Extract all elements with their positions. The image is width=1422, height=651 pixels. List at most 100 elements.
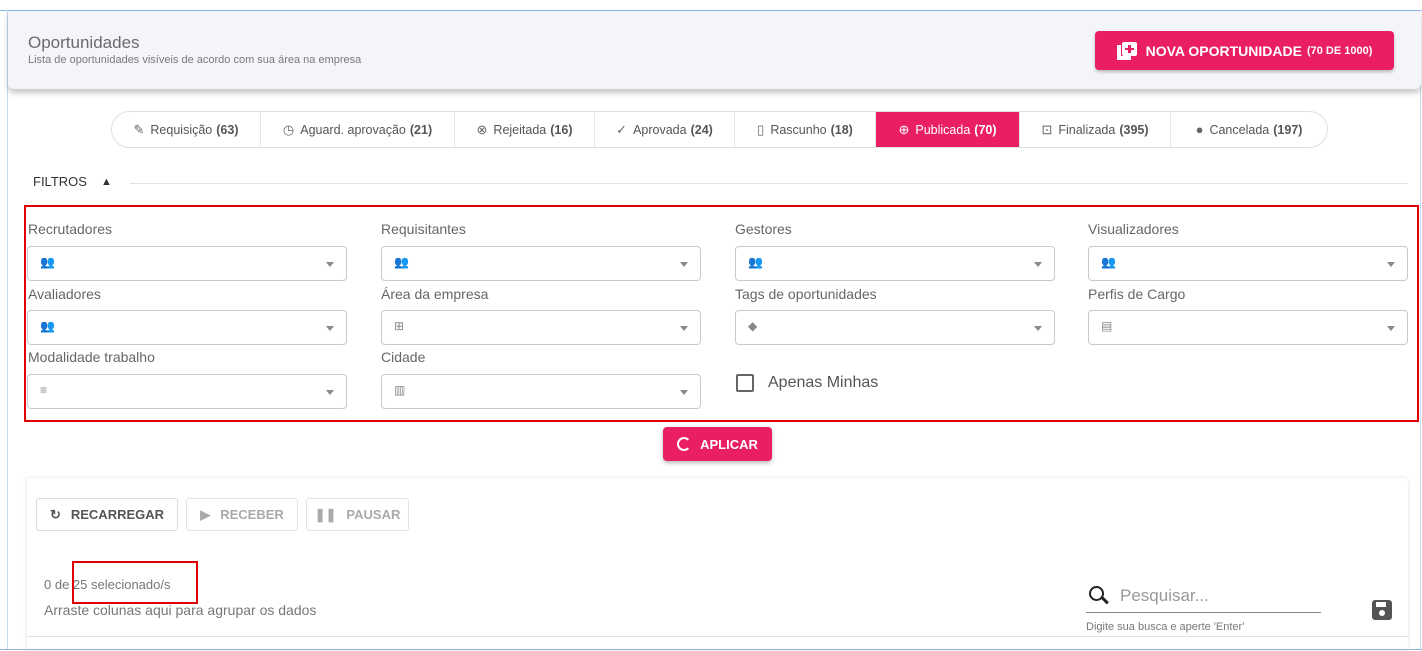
reload-button[interactable]: ↻ RECARREGAR bbox=[36, 498, 178, 531]
people-icon: 👥 bbox=[394, 255, 409, 269]
selection-highlight-box bbox=[72, 561, 198, 604]
page-title: Oportunidades bbox=[28, 33, 140, 52]
tab-count: (197) bbox=[1273, 122, 1303, 137]
label-cidade: Cidade bbox=[381, 349, 426, 365]
caret-down-icon bbox=[1387, 262, 1395, 267]
hierarchy-icon: ⊞ bbox=[394, 319, 405, 333]
tab-label: Rascunho bbox=[770, 122, 827, 137]
caret-down-icon bbox=[326, 326, 334, 331]
tab-cancelada[interactable]: ● Cancelada (197) bbox=[1171, 112, 1327, 147]
check-circle-icon: ✓ bbox=[616, 121, 628, 137]
status-tabs: ✎ Requisição (63) ◷ Aguard. aprovação (2… bbox=[111, 111, 1328, 148]
tab-count: (24) bbox=[690, 122, 713, 137]
caret-down-icon bbox=[680, 390, 688, 395]
search-icon bbox=[1089, 586, 1104, 601]
stop-circle-icon: ● bbox=[1195, 122, 1204, 137]
only-mine-label[interactable]: Apenas Minhas bbox=[768, 374, 878, 392]
page-header: Oportunidades Lista de oportunidades vis… bbox=[8, 11, 1421, 89]
label-visualizadores: Visualizadores bbox=[1088, 221, 1179, 237]
caret-down-icon bbox=[326, 262, 334, 267]
label-area-empresa: Área da empresa bbox=[381, 286, 489, 302]
play-icon: ▶ bbox=[200, 506, 211, 522]
list-icon: ≡ bbox=[40, 383, 48, 397]
tab-count: (16) bbox=[550, 122, 573, 137]
reload-label: RECARREGAR bbox=[70, 507, 165, 522]
caret-down-icon bbox=[1387, 326, 1395, 331]
tab-count: (21) bbox=[409, 122, 433, 137]
search-hint: Digite sua busca e aperte 'Enter' bbox=[1086, 621, 1245, 633]
tag-icon: ◆ bbox=[748, 319, 758, 333]
label-perfis-cargo: Perfis de Cargo bbox=[1088, 286, 1186, 302]
divider bbox=[130, 183, 1408, 184]
filters-title[interactable]: FILTROS bbox=[33, 174, 87, 189]
tab-requisicao[interactable]: ✎ Requisição (63) bbox=[112, 112, 261, 147]
label-modalidade: Modalidade trabalho bbox=[28, 349, 155, 365]
select-area-empresa[interactable]: ⊞ bbox=[381, 310, 701, 345]
save-icon[interactable] bbox=[1372, 600, 1392, 620]
label-tags: Tags de oportunidades bbox=[735, 286, 877, 302]
select-tags[interactable]: ◆ bbox=[735, 310, 1055, 345]
pause-label: PAUSAR bbox=[346, 507, 401, 522]
only-mine-checkbox[interactable] bbox=[736, 374, 754, 392]
tab-label: Finalizada bbox=[1058, 122, 1116, 137]
caret-down-icon bbox=[1034, 326, 1042, 331]
pause-button[interactable]: ❚❚ PAUSAR bbox=[306, 498, 409, 531]
people-icon: 👥 bbox=[1101, 255, 1116, 269]
caret-down-icon bbox=[326, 390, 334, 395]
tab-label: Requisição bbox=[150, 122, 213, 137]
select-visualizadores[interactable]: 👥 bbox=[1088, 246, 1408, 281]
tab-publicada[interactable]: ⊕ Publicada (70) bbox=[876, 112, 1020, 147]
receive-label: RECEBER bbox=[220, 507, 284, 522]
apply-button[interactable]: APLICAR bbox=[663, 427, 772, 461]
tab-aprovada[interactable]: ✓ Aprovada (24) bbox=[595, 112, 735, 147]
people-icon: 👥 bbox=[40, 319, 55, 333]
tab-count: (63) bbox=[216, 122, 239, 137]
grid-divider bbox=[27, 636, 1408, 637]
apply-label: APLICAR bbox=[700, 436, 758, 452]
label-gestores: Gestores bbox=[735, 221, 792, 237]
new-opportunity-button[interactable]: NOVA OPORTUNIDADE (70 DE 1000) bbox=[1095, 31, 1394, 70]
refresh-icon: ↻ bbox=[49, 506, 61, 522]
select-perfis-cargo[interactable]: ▤ bbox=[1088, 310, 1408, 345]
caret-down-icon bbox=[1034, 262, 1042, 267]
tab-count: (70) bbox=[974, 122, 997, 137]
loading-icon bbox=[677, 437, 692, 451]
tab-label: Cancelada bbox=[1209, 122, 1270, 137]
caret-down-icon bbox=[680, 262, 688, 267]
select-recrutadores[interactable]: 👥 bbox=[27, 246, 347, 281]
select-avaliadores[interactable]: 👥 bbox=[27, 310, 347, 345]
label-avaliadores: Avaliadores bbox=[28, 286, 101, 302]
tab-label: Aguard. aprovação bbox=[300, 122, 406, 137]
tab-rascunho[interactable]: ▯ Rascunho (18) bbox=[735, 112, 876, 147]
chevron-up-icon[interactable]: ▲ bbox=[101, 176, 112, 188]
pause-icon: ❚❚ bbox=[314, 506, 337, 522]
tab-finalizada[interactable]: ⊡ Finalizada (395) bbox=[1020, 112, 1171, 147]
new-opportunity-count: (70 DE 1000) bbox=[1306, 44, 1373, 57]
clock-icon: ◷ bbox=[282, 121, 295, 137]
file-icon: ▯ bbox=[757, 121, 765, 137]
tab-rejeitada[interactable]: ⊗ Rejeitada (16) bbox=[455, 112, 595, 147]
people-icon: 👥 bbox=[40, 255, 55, 269]
receive-button[interactable]: ▶ RECEBER bbox=[186, 498, 298, 531]
select-cidade[interactable]: ▥ bbox=[381, 374, 701, 409]
search-input[interactable] bbox=[1120, 584, 1320, 608]
tab-aguard-aprovacao[interactable]: ◷ Aguard. aprovação (21) bbox=[261, 112, 455, 147]
caret-down-icon bbox=[680, 326, 688, 331]
select-gestores[interactable]: 👥 bbox=[735, 246, 1055, 281]
city-icon: ▥ bbox=[394, 383, 406, 397]
globe-icon: ⊕ bbox=[898, 121, 910, 137]
tab-label: Aprovada bbox=[633, 122, 687, 137]
group-panel-hint: Arraste colunas aqui para agrupar os dad… bbox=[44, 602, 317, 618]
tab-count: (395) bbox=[1119, 122, 1149, 137]
select-modalidade[interactable]: ≡ bbox=[27, 374, 347, 409]
select-requisitantes[interactable]: 👥 bbox=[381, 246, 701, 281]
tab-count: (18) bbox=[830, 122, 853, 137]
search-underline bbox=[1086, 612, 1321, 613]
label-recrutadores: Recrutadores bbox=[28, 221, 113, 237]
tab-label: Publicada bbox=[915, 122, 971, 137]
add-box-icon bbox=[1116, 41, 1137, 60]
edit-icon: ✎ bbox=[133, 121, 145, 137]
page-subtitle: Lista de oportunidades visíveis de acord… bbox=[28, 54, 362, 66]
cancel-circle-icon: ⊗ bbox=[476, 121, 488, 137]
lock-open-icon: ⊡ bbox=[1041, 121, 1053, 137]
